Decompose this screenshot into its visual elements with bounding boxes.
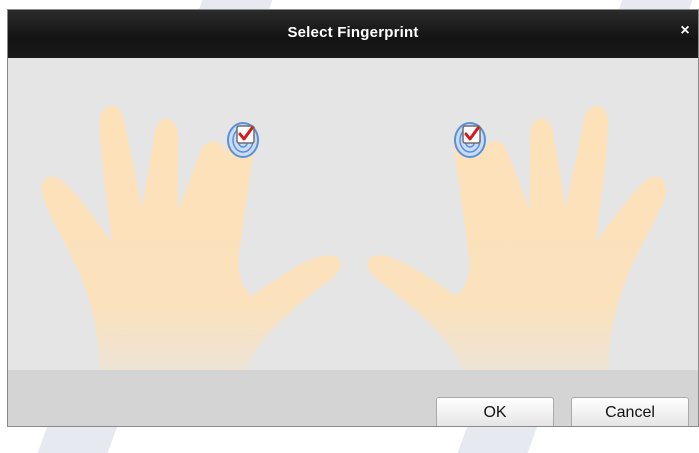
right-index-finger-checkbox[interactable]: [453, 118, 487, 158]
hands-illustration: [41, 106, 667, 370]
left-hand: [41, 106, 341, 370]
fingerprint-selection-area: [8, 58, 698, 370]
dialog-title: Select Fingerprint: [287, 24, 419, 41]
ok-button[interactable]: OK: [436, 397, 554, 426]
fingerprint-check-icon: [227, 122, 259, 158]
cancel-button[interactable]: Cancel: [571, 397, 689, 426]
left-index-finger-checkbox[interactable]: [227, 118, 261, 158]
dialog-titlebar: Select Fingerprint ×: [8, 10, 698, 58]
dialog-footer: OK Cancel: [8, 370, 698, 426]
right-hand: [367, 106, 667, 370]
select-fingerprint-dialog: Select Fingerprint × OK Cancel: [7, 9, 699, 427]
fingerprint-check-icon: [454, 122, 486, 158]
close-icon[interactable]: ×: [676, 22, 694, 42]
